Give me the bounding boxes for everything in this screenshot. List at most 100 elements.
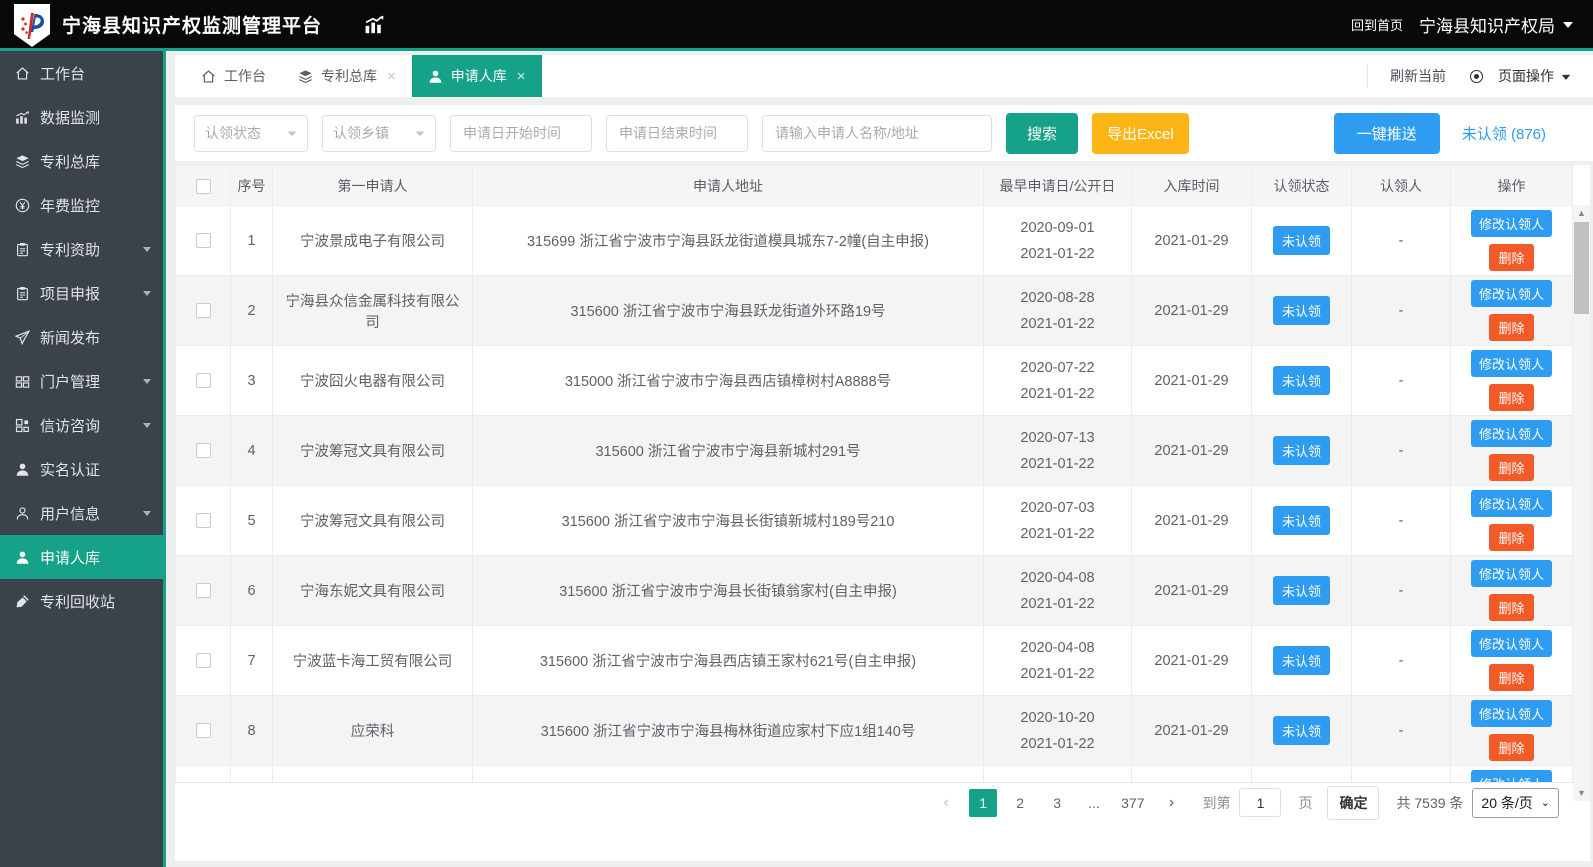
sidebar-item-专利回收站[interactable]: 专利回收站 — [0, 579, 163, 623]
edit-claimer-button[interactable]: 修改认领人 — [1470, 350, 1552, 377]
row-index: 8 — [230, 695, 273, 766]
close-icon[interactable]: × — [517, 68, 526, 85]
edit-claimer-button[interactable]: 修改认领人 — [1470, 280, 1552, 307]
chevron-down-icon — [143, 246, 151, 256]
goto-confirm-button[interactable]: 确定 — [1327, 785, 1380, 820]
row-checkbox[interactable] — [195, 373, 211, 389]
select-all-header — [175, 165, 231, 206]
status-badge: 未认领 — [1272, 506, 1330, 535]
row-checkbox[interactable] — [195, 653, 211, 669]
stored-date: 2021-01-29 — [1131, 485, 1252, 556]
scrollbar-down-arrow[interactable]: ▼ — [1573, 785, 1590, 801]
tab-label: 工作台 — [224, 68, 266, 84]
apply-date-start-input[interactable] — [450, 114, 592, 152]
close-icon[interactable]: × — [387, 68, 396, 85]
page-size-select[interactable]: 20 条/页 ⌄ — [1472, 787, 1559, 818]
edit-claimer-button[interactable]: 修改认领人 — [1470, 560, 1552, 587]
tab-工作台[interactable]: 工作台 — [185, 55, 282, 97]
accent-strip — [0, 48, 1593, 51]
page-button-1[interactable]: 1 — [969, 788, 998, 817]
apply-date-end-input[interactable] — [606, 114, 748, 152]
org-dropdown[interactable]: 宁海县知识产权局 — [1419, 12, 1573, 37]
row-index: 9 — [230, 765, 273, 782]
sidebar-item-年费监控[interactable]: 年费监控 — [0, 183, 163, 227]
claim-town-placeholder: 认领乡镇 — [333, 125, 389, 141]
claim-town-select[interactable]: 认领乡镇 — [322, 114, 436, 152]
scrollbar-up-arrow[interactable]: ▲ — [1573, 205, 1590, 221]
tab-申请人库[interactable]: 申请人库 × — [411, 55, 542, 97]
applicant-name: 宁波筹冠文具有限公司 — [272, 485, 473, 556]
sidebar-item-新闻发布[interactable]: 新闻发布 — [0, 315, 163, 359]
user-outline-icon — [15, 506, 30, 521]
export-excel-button[interactable]: 导出Excel — [1092, 112, 1189, 154]
row-checkbox[interactable] — [195, 583, 211, 599]
claimer: - — [1351, 765, 1451, 782]
delete-button[interactable]: 删除 — [1489, 314, 1534, 341]
delete-button[interactable]: 删除 — [1489, 664, 1534, 691]
delete-button[interactable]: 删除 — [1489, 244, 1534, 271]
sidebar-item-数据监测[interactable]: 数据监测 — [0, 95, 163, 139]
edit-claimer-button[interactable]: 修改认领人 — [1470, 490, 1552, 517]
claimer: - — [1351, 485, 1451, 556]
row-checkbox[interactable] — [195, 513, 211, 529]
edit-claimer-button[interactable]: 修改认领人 — [1470, 770, 1552, 782]
back-to-home-link[interactable]: 回到首页 — [1351, 15, 1403, 34]
sidebar-item-实名认证[interactable]: 实名认证 — [0, 447, 163, 491]
row-checkbox[interactable] — [195, 303, 211, 319]
select-all-checkbox[interactable] — [195, 178, 211, 194]
row-checkbox[interactable] — [195, 443, 211, 459]
delete-button[interactable]: 删除 — [1489, 524, 1534, 551]
row-index: 1 — [230, 205, 273, 276]
applicant-address: 315699 浙江省宁波市宁海县跃龙街道模具城东7-2幢(自主申报) — [472, 205, 984, 276]
sidebar-item-label: 信访咨询 — [40, 417, 101, 435]
one-click-push-button[interactable]: 一键推送 — [1333, 112, 1440, 154]
goto-page-input[interactable] — [1239, 788, 1282, 817]
refresh-current-button[interactable]: 刷新当前 — [1390, 66, 1446, 86]
sidebar-item-门户管理[interactable]: 门户管理 — [0, 359, 163, 403]
sidebar-item-申请人库[interactable]: 申请人库 — [0, 535, 163, 579]
row-index: 4 — [230, 415, 273, 486]
prev-page-button[interactable]: ‹ — [932, 789, 960, 817]
edit-claimer-button[interactable]: 修改认领人 — [1470, 630, 1552, 657]
delete-button[interactable]: 删除 — [1489, 594, 1534, 621]
delete-button[interactable]: 删除 — [1489, 454, 1534, 481]
table-row: 6 宁海东妮文具有限公司 315600 浙江省宁波市宁海县长街镇翁家村(自主申报) 2… — [175, 555, 1573, 626]
page-operations-dropdown[interactable]: 页面操作 — [1470, 66, 1571, 86]
page-button-377[interactable]: 377 — [1117, 789, 1148, 817]
scrollbar-thumb[interactable] — [1574, 222, 1589, 314]
main-content: 工作台 专利总库 × 申请人库 × 刷新当前 页面操作 认领状态 认领乡镇 搜索 导出E… — [169, 51, 1593, 867]
table-row: 8 应荣科 315600 浙江省宁波市宁海县梅林街道应家村下应1组140号 2020-… — [175, 695, 1573, 766]
page-button-2[interactable]: 2 — [1006, 789, 1034, 817]
tab-专利总库[interactable]: 专利总库 × — [282, 55, 412, 97]
user-icon — [428, 69, 443, 84]
sidebar-item-用户信息[interactable]: 用户信息 — [0, 491, 163, 535]
delete-button[interactable]: 删除 — [1489, 734, 1534, 761]
edit-claimer-button[interactable]: 修改认领人 — [1470, 210, 1552, 237]
delete-button[interactable]: 删除 — [1489, 384, 1534, 411]
chevron-down-icon: ⌄ — [1540, 797, 1550, 809]
next-page-button[interactable]: › — [1157, 789, 1185, 817]
row-index: 3 — [230, 345, 273, 416]
edit-claimer-button[interactable]: 修改认领人 — [1470, 420, 1552, 447]
sidebar-item-工作台[interactable]: 工作台 — [0, 51, 163, 95]
layers-icon — [15, 154, 30, 169]
claimer: - — [1351, 275, 1451, 346]
edit-claimer-button[interactable]: 修改认领人 — [1470, 700, 1552, 727]
sidebar-item-专利资助[interactable]: 专利资助 — [0, 227, 163, 271]
row-checkbox[interactable] — [195, 723, 211, 739]
row-index: 2 — [230, 275, 273, 346]
sidebar-item-项目申报[interactable]: 项目申报 — [0, 271, 163, 315]
filter-bar: 认领状态 认领乡镇 搜索 导出Excel 一键推送 未认领 (876) — [175, 105, 1593, 161]
table-scrollbar[interactable]: ▲ ▼ — [1573, 205, 1590, 801]
applicant-address: 315600 浙江省宁波市宁海县梅林街道应家村下应1组140号 — [472, 695, 984, 766]
claim-status-select[interactable]: 认领状态 — [194, 114, 308, 152]
unclaimed-count-link[interactable]: 未认领 (876) — [1462, 123, 1546, 144]
applicant-keyword-input[interactable] — [762, 114, 992, 152]
sidebar-item-label: 门户管理 — [40, 373, 101, 391]
chart-icon — [15, 110, 30, 125]
page-button-3[interactable]: 3 — [1043, 789, 1071, 817]
sidebar-item-信访咨询[interactable]: 信访咨询 — [0, 403, 163, 447]
row-checkbox[interactable] — [195, 233, 211, 249]
sidebar-item-专利总库[interactable]: 专利总库 — [0, 139, 163, 183]
search-button[interactable]: 搜索 — [1006, 112, 1079, 154]
